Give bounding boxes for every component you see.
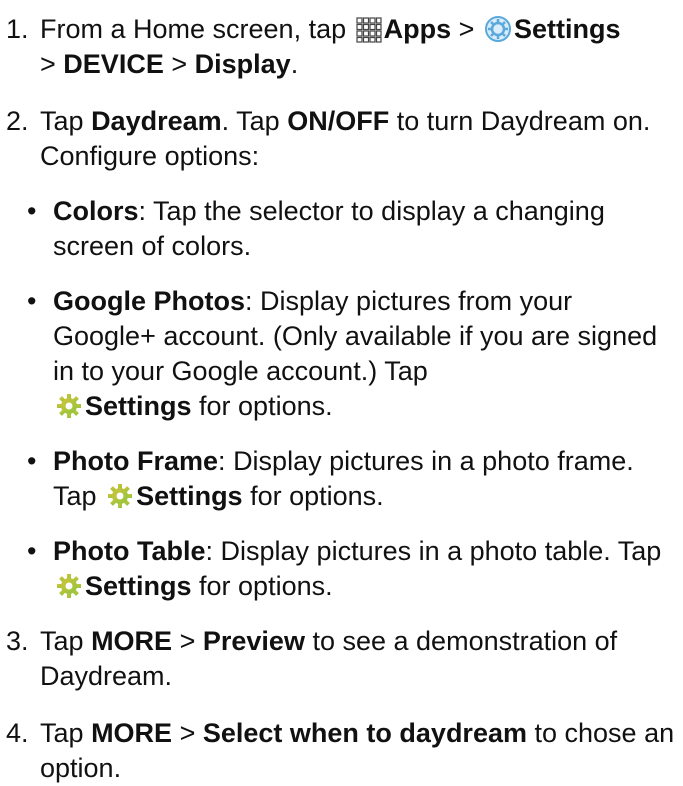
settings-label: Settings [85,391,192,421]
bullet-marker: • [27,446,37,476]
settings-label: Settings [136,481,243,511]
gear-icon [106,482,134,510]
device-label: DEVICE [63,49,164,79]
settings-label: Settings [85,571,192,601]
separator: > [179,626,196,656]
bullet-marker: • [27,286,37,316]
option-photo-table: • Photo Table: Display pictures in a pho… [0,534,683,604]
separator: > [40,49,56,79]
period: . [290,49,299,79]
option-title: Photo Frame [53,446,219,476]
option-colors: • Colors: Tap the selector to display a … [0,194,683,264]
colon: : [205,536,214,566]
daydream-label: Daydream [91,106,222,136]
onoff-label: ON/OFF [287,106,390,136]
separator: > [171,49,188,79]
select-when-label: Select when to daydream [202,718,527,748]
colon: : [245,286,253,316]
step-4: 4. Tap MORE > Select when to daydream to… [0,716,683,786]
option-google-photos: • Google Photos: Display pictures from y… [0,284,683,424]
settings-gear-icon [484,15,512,43]
gear-icon [55,572,83,600]
more-label: MORE [91,718,173,748]
apps-label: Apps [383,14,452,44]
step-text: Tap [40,626,84,656]
step-1: 1. From a Home screen, tap Apps > Settin… [0,12,683,82]
more-label: MORE [91,626,173,656]
step-3: 3. Tap MORE > Preview to see a demonstra… [0,624,683,694]
settings-label: Settings [513,14,621,44]
step-number: 3. [6,626,29,656]
step-text: From a Home screen, tap [40,14,347,44]
option-title: Colors [53,196,139,226]
gear-icon [55,392,83,420]
display-label: Display [194,49,291,79]
colon: : [218,446,226,476]
step-text: . Tap [221,106,280,136]
preview-label: Preview [202,626,305,656]
step-number: 4. [6,718,29,748]
option-title: Photo Table [53,536,206,566]
colon: : [138,196,147,226]
step-number: 1. [6,14,29,44]
option-desc-after: for options. [199,391,333,421]
separator: > [458,14,475,44]
step-2: 2. Tap Daydream. Tap ON/OFF to turn Dayd… [0,104,683,174]
step-number: 2. [6,106,29,136]
step-text: Tap [40,106,84,136]
step-text: Tap [40,718,84,748]
option-desc-after: for options. [199,571,333,601]
option-photo-frame: • Photo Frame: Display pictures in a pho… [0,444,683,514]
option-desc-after: for options. [250,481,384,511]
separator: > [179,718,196,748]
option-title: Google Photos [53,286,245,316]
bullet-marker: • [27,196,37,226]
apps-grid-icon [356,17,382,43]
instructions-document: 1. From a Home screen, tap Apps > Settin… [0,0,683,786]
daydream-options-list: • Colors: Tap the selector to display a … [0,194,683,604]
option-desc: Display pictures in a photo table. Tap [220,536,662,566]
bullet-marker: • [27,536,37,566]
